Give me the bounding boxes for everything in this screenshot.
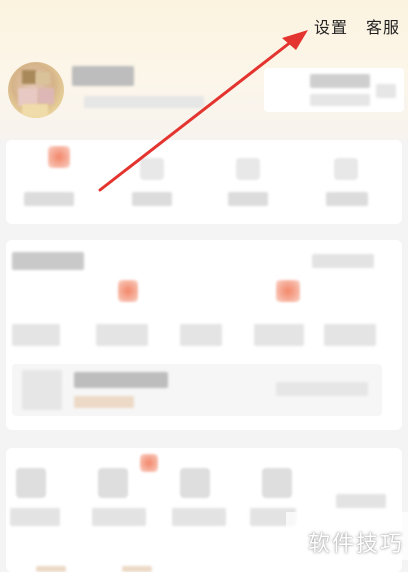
user-subtitle-redacted [84,96,204,108]
section-more-redacted[interactable] [312,254,374,268]
shortcut-label-redacted [132,192,172,206]
tool-label-redacted [92,508,146,526]
tool-label-redacted [336,494,386,508]
service-item-redacted[interactable] [180,324,222,346]
banner-thumb-redacted [22,370,62,410]
promo-banner[interactable] [12,364,382,416]
tool-icon[interactable] [98,468,128,498]
top-bar: 设置 客服 [314,14,400,38]
banner-action-redacted [276,382,368,396]
avatar[interactable] [8,62,64,118]
order-shortcuts-card [6,140,402,224]
customer-service-button[interactable]: 客服 [366,14,400,38]
service-item-redacted[interactable] [96,324,148,346]
banner-sub-redacted [74,396,134,408]
pending-receipt-icon[interactable] [236,158,260,180]
next-row-redacted [36,566,66,572]
tool-label-redacted [172,508,226,526]
tool-label-redacted [10,508,60,526]
tool-icon[interactable] [16,468,46,498]
tool-icon[interactable] [180,468,210,498]
pending-payment-icon[interactable] [48,146,70,168]
member-card[interactable] [264,68,404,112]
next-row-redacted [122,566,152,572]
username-redacted [72,66,134,86]
section-title-redacted [12,252,84,270]
tool-icon[interactable] [262,468,292,498]
member-card-title-redacted [310,74,370,88]
service-item-redacted[interactable] [324,324,376,346]
watermark-text: 软件技巧 [307,532,404,557]
service-item-redacted[interactable] [12,324,60,346]
shortcut-label-redacted [228,192,268,206]
shortcut-label-redacted [326,192,368,206]
service-icon[interactable] [118,280,138,302]
banner-title-redacted [74,372,168,388]
shortcut-label-redacted [24,192,74,206]
pending-shipment-icon[interactable] [140,158,164,180]
member-card-arrow-redacted [376,84,396,98]
member-card-sub-redacted [310,94,370,106]
after-sales-icon[interactable] [334,158,358,180]
service-icon[interactable] [276,280,300,302]
service-item-redacted[interactable] [254,324,304,346]
tool-badge-icon [140,454,158,472]
settings-button[interactable]: 设置 [314,14,348,38]
